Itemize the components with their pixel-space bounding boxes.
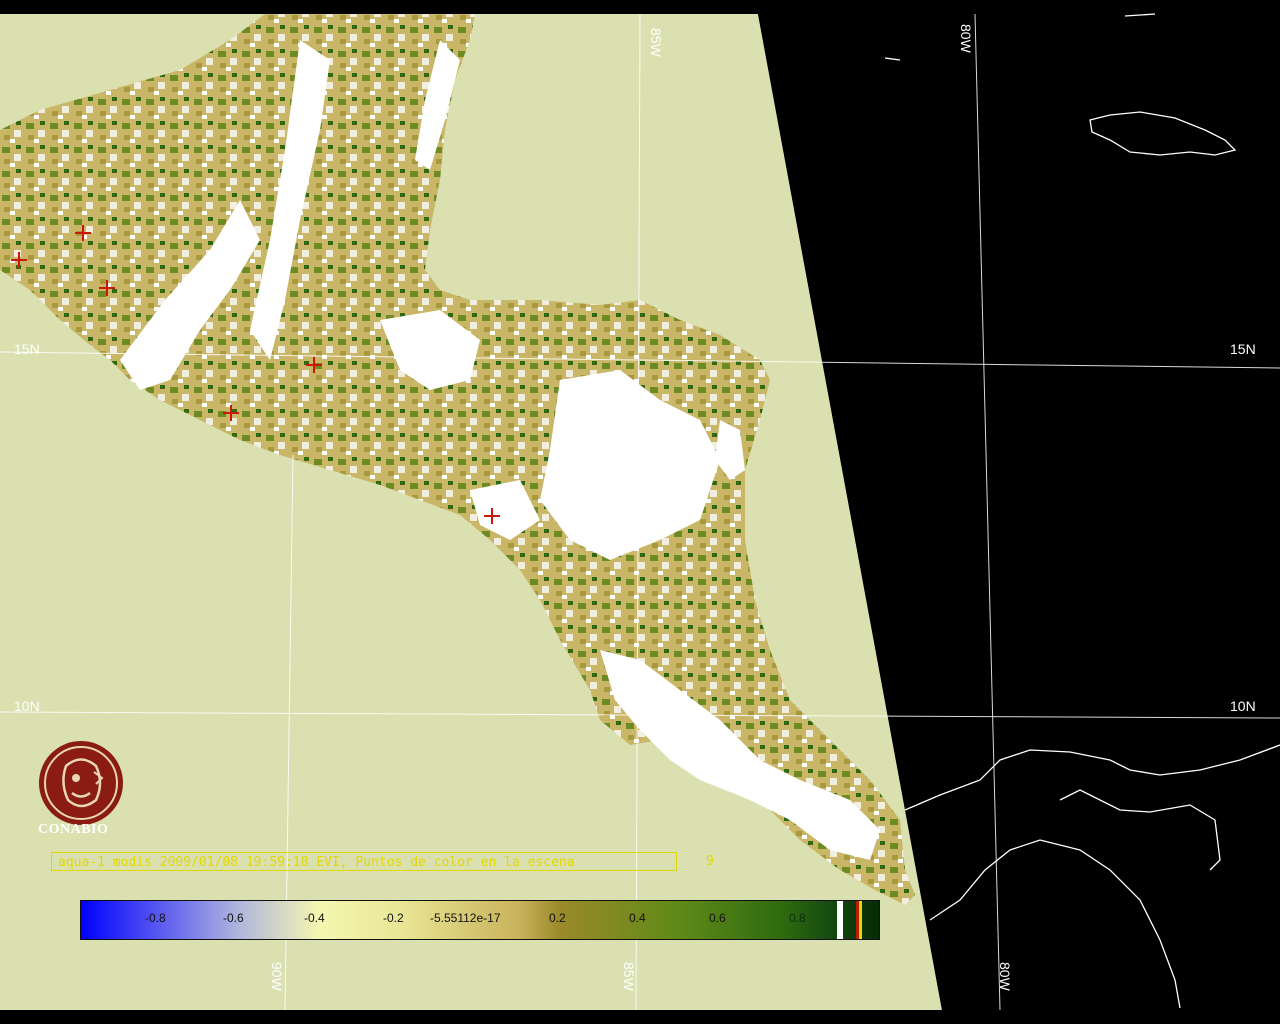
logo-text: CONABIO (38, 822, 109, 837)
lat-label-10n-right: 10N (1230, 698, 1256, 714)
red-cross-marker (75, 225, 91, 241)
bottom-border (0, 1010, 1280, 1024)
colorbar-tick: -0.8 (145, 911, 166, 925)
colorbar-tick: -5.55112e-17 (430, 911, 501, 925)
red-cross-marker (11, 252, 27, 268)
lon-label-85w-bottom: 85W (621, 962, 637, 991)
colorbar-tick: 0.6 (709, 911, 726, 925)
red-cross-marker (99, 280, 115, 296)
lon-label-90w-bottom: 90W (269, 962, 285, 991)
colorbar-yellow-stripe (859, 901, 862, 939)
lat-label-15n-right: 15N (1230, 341, 1256, 357)
colorbar-tick: -0.4 (304, 911, 325, 925)
colorbar-tick: 0.4 (629, 911, 646, 925)
lon-label-80w-top: 80W (958, 24, 974, 53)
colorbar-tick: -0.2 (383, 911, 404, 925)
lon-label-80w-bottom: 80W (997, 962, 1013, 991)
red-cross-marker (306, 357, 322, 373)
satellite-map: 15N 15N 10N 10N 85W 80W 90W 85W 80W CONA… (0, 0, 1280, 1024)
colorbar-white-stripe (837, 901, 843, 939)
top-border (0, 0, 1280, 14)
scene-color-count: 9 (706, 854, 714, 869)
lat-label-15n-left: 15N (14, 341, 40, 357)
red-cross-marker (223, 405, 239, 421)
colorbar-tick: -0.6 (223, 911, 244, 925)
lon-label-85w-top: 85W (648, 28, 664, 57)
lat-label-10n-left: 10N (14, 698, 40, 714)
red-cross-marker (484, 508, 500, 524)
conabio-logo (39, 741, 123, 825)
scene-caption: aqua-1 modis 2009/01/08 19:59:18 EVI, Pu… (51, 852, 677, 871)
colorbar-tick: 0.2 (549, 911, 566, 925)
colorbar-tick: 0.8 (789, 911, 806, 925)
